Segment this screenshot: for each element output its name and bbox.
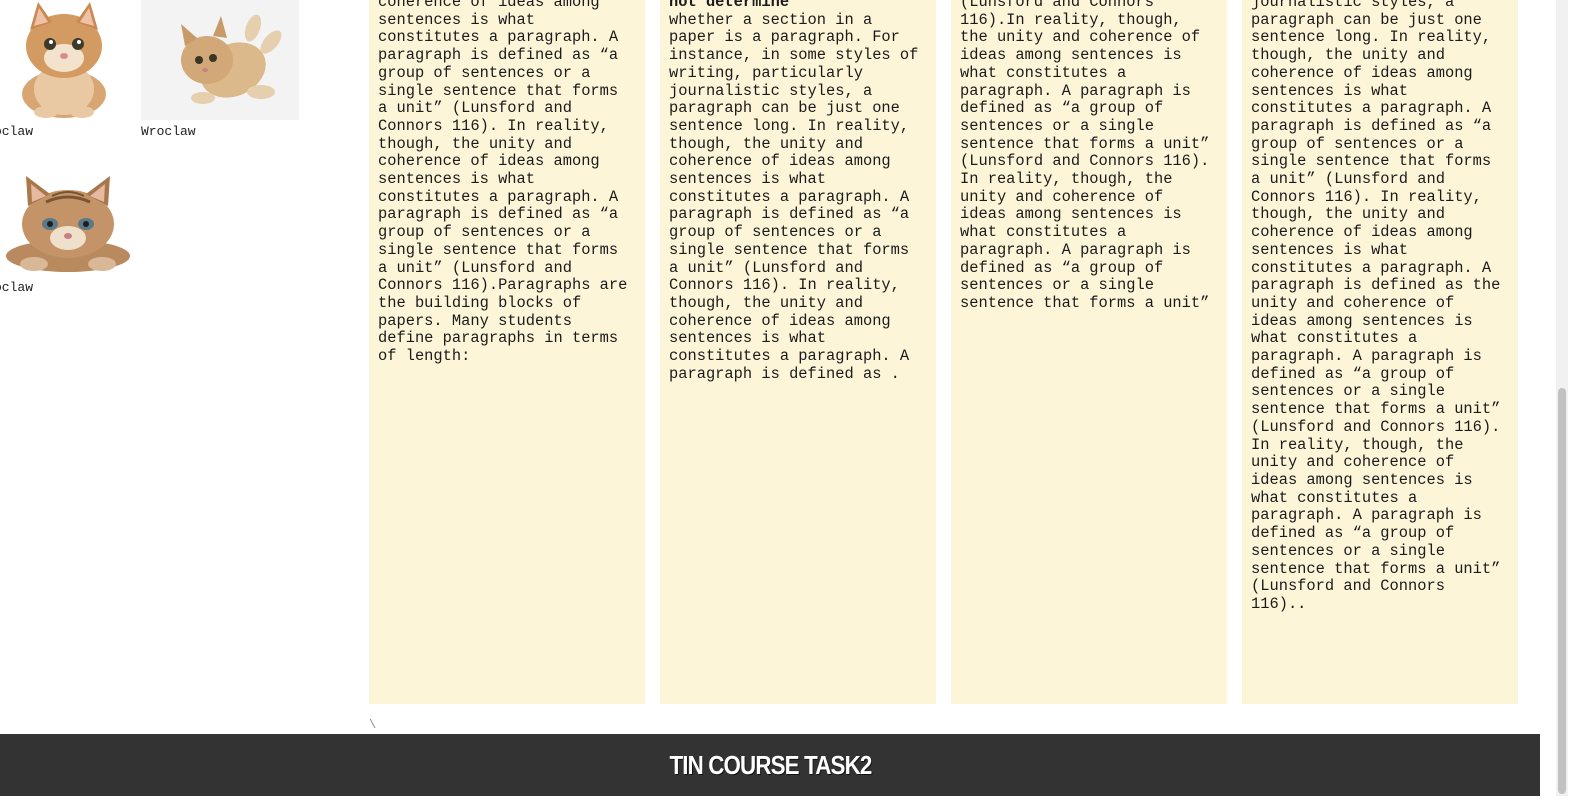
column-top-fragment: (Lunsford and Connors: [960, 0, 1154, 11]
page-viewport: oclaw Wroclaw: [0, 0, 1596, 812]
gallery-caption: oclaw: [0, 280, 34, 295]
column-paragraph: paragraph can be just one sentence long.…: [1251, 10, 1501, 613]
text-column: (Lunsford and Connors 116).In reality, t…: [951, 0, 1227, 704]
column-paragraph: sentences is what constitutes a paragrap…: [378, 10, 628, 366]
column-paragraph: 116).In reality, though, the unity and c…: [960, 10, 1210, 312]
gallery-item[interactable]: oclaw: [0, 172, 140, 295]
text-column: coherence of ideas among sentences is wh…: [369, 0, 645, 704]
text-column: journalistic styles, a paragraph can be …: [1242, 0, 1518, 704]
column-paragraph: whether a section in a paper is a paragr…: [669, 10, 919, 383]
stray-backslash: \: [369, 718, 377, 732]
gallery-item[interactable]: oclaw: [0, 0, 134, 139]
kitten-sitting-image[interactable]: [0, 0, 134, 120]
scrollbar-thumb[interactable]: [1558, 388, 1566, 794]
image-gallery: oclaw Wroclaw: [0, 0, 360, 320]
column-top-fragment: journalistic styles, a: [1251, 0, 1455, 11]
gallery-item[interactable]: Wroclaw: [141, 0, 299, 139]
column-top-fragment: coherence of ideas among: [378, 0, 600, 11]
gallery-caption: oclaw: [0, 124, 34, 139]
column-top-fragment: not determine: [669, 0, 790, 11]
gallery-caption: Wroclaw: [141, 124, 196, 139]
kitten-rolling-image[interactable]: [141, 0, 299, 120]
vertical-scrollbar[interactable]: [1556, 0, 1568, 796]
bottom-margin: [0, 796, 1596, 812]
kitten-lying-image[interactable]: [0, 172, 140, 276]
text-columns: coherence of ideas among sentences is wh…: [369, 0, 1540, 704]
text-column: not determine whether a section in a pap…: [660, 0, 936, 704]
footer-title: TIN COURSE TASK2: [669, 749, 872, 780]
page-footer: TIN COURSE TASK2: [0, 734, 1540, 796]
